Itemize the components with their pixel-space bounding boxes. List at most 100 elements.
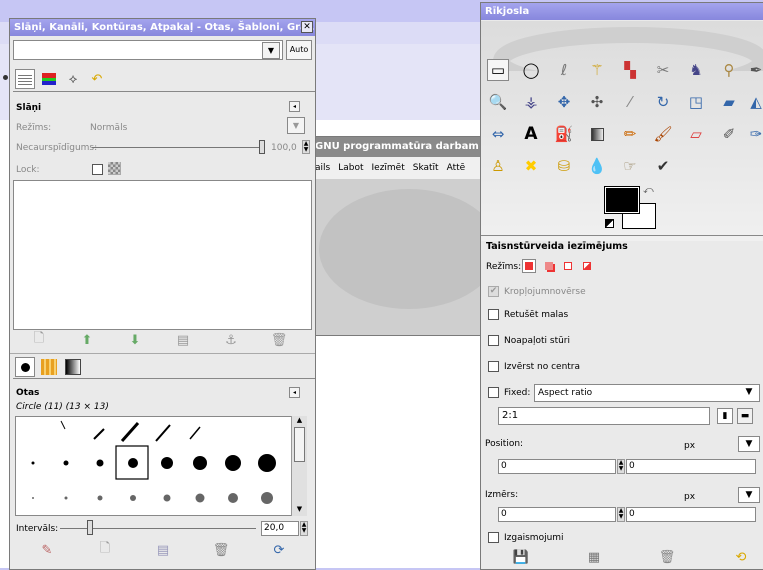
lock-alpha-icon[interactable]	[108, 162, 121, 175]
tab-channels[interactable]	[39, 69, 59, 89]
select-by-color-tool-icon[interactable]: ▚	[619, 59, 641, 81]
move-tool-icon[interactable]: ✥	[553, 91, 575, 113]
tab-brushes[interactable]	[15, 357, 35, 377]
heal-tool-icon[interactable]: ✖	[520, 155, 542, 177]
measure-tool-icon[interactable]: ⚶	[520, 91, 542, 113]
image-selector[interactable]: ▼	[13, 40, 283, 60]
position-unit[interactable]: px	[684, 441, 695, 451]
clone-tool-icon[interactable]: ♙	[487, 155, 509, 177]
delete-layer-icon[interactable]: 🗑	[269, 330, 289, 350]
size-unit-dropdown[interactable]: ▼	[738, 487, 760, 503]
swap-colors-icon[interactable]: ⤺	[643, 185, 654, 196]
reset-options-icon[interactable]: ⟲	[731, 547, 751, 567]
perspective-tool-icon[interactable]: ◭	[745, 91, 763, 113]
ink-tool-icon[interactable]: ✑	[745, 123, 763, 145]
blend-tool-icon[interactable]	[586, 123, 608, 145]
crop-tool-icon[interactable]: ⁄	[619, 91, 641, 113]
tab-layers[interactable]	[15, 69, 35, 89]
brushes-menu-button[interactable]: ◂	[289, 387, 300, 398]
lock-pixels-checkbox[interactable]	[92, 164, 103, 175]
mode-value[interactable]: Normāls	[90, 123, 127, 133]
scissors-tool-icon[interactable]: ✂	[652, 59, 674, 81]
fixed-mode-select[interactable]: Aspect ratio ▼	[534, 384, 760, 402]
ratio-input[interactable]: 2:1	[498, 407, 710, 425]
opacity-slider-handle[interactable]	[259, 140, 265, 154]
smudge-tool-icon[interactable]: ☞	[619, 155, 641, 177]
lower-layer-icon[interactable]: ⬇	[125, 330, 145, 350]
menu-item-image[interactable]: Attē	[447, 163, 466, 173]
menu-item-file[interactable]: ails	[315, 163, 330, 173]
mode-add-icon[interactable]	[542, 259, 556, 273]
mode-intersect-icon[interactable]	[580, 259, 594, 273]
eraser-tool-icon[interactable]: ▱	[685, 123, 707, 145]
delete-brush-icon[interactable]: 🗑	[211, 540, 231, 560]
paintbrush-tool-icon[interactable]: 🖌	[652, 123, 674, 145]
edit-brush-icon[interactable]: ✎	[37, 540, 57, 560]
scroll-thumb[interactable]	[294, 427, 305, 462]
foreground-select-tool-icon[interactable]: ♞	[685, 59, 707, 81]
portrait-icon[interactable]: ▮	[717, 408, 733, 424]
align-tool-icon[interactable]: ✣	[586, 91, 608, 113]
position-x-input[interactable]: 0	[498, 459, 616, 474]
mode-subtract-icon[interactable]	[561, 259, 575, 273]
perspective-clone-tool-icon[interactable]: ⛁	[553, 155, 575, 177]
fixed-checkbox[interactable]	[488, 387, 499, 398]
tab-gradients[interactable]	[63, 357, 83, 377]
size-height-input[interactable]: 0	[626, 507, 756, 522]
chevron-down-icon[interactable]: ▼	[262, 42, 280, 59]
bucket-fill-tool-icon[interactable]: ⛽	[553, 123, 575, 145]
brush-grid[interactable]	[15, 416, 307, 516]
flip-tool-icon[interactable]: ⇔	[487, 123, 509, 145]
foreground-color-swatch[interactable]	[604, 186, 640, 214]
position-x-spinner[interactable]: ▲ ▼	[617, 459, 625, 474]
rounded-corners-checkbox[interactable]	[488, 335, 499, 346]
expand-from-center-checkbox[interactable]	[488, 361, 499, 372]
mode-replace-icon[interactable]	[522, 259, 536, 273]
shear-tool-icon[interactable]: ▰	[718, 91, 740, 113]
rect-select-tool-icon[interactable]: ▭	[487, 59, 509, 81]
canvas-area[interactable]	[309, 179, 499, 335]
anchor-layer-icon[interactable]: ⚓	[221, 330, 241, 350]
refresh-brushes-icon[interactable]: ⟳	[269, 540, 289, 560]
new-brush-icon[interactable]: 🗋	[95, 540, 115, 560]
opacity-spinner[interactable]: ▲ ▼	[302, 140, 310, 154]
position-unit-dropdown[interactable]: ▼	[738, 436, 760, 452]
main-window-titlebar[interactable]: GNU programmatūra darbam a	[309, 137, 487, 157]
fuzzy-select-tool-icon[interactable]: ⚚	[586, 59, 608, 81]
free-select-tool-icon[interactable]: ℓ	[553, 59, 575, 81]
rotate-tool-icon[interactable]: ↻	[652, 91, 674, 113]
default-colors-icon[interactable]	[605, 219, 614, 228]
highlight-checkbox[interactable]	[488, 532, 499, 543]
text-tool-icon[interactable]: A	[520, 123, 542, 145]
tab-paths[interactable]: ⟡	[63, 69, 83, 89]
opacity-slider[interactable]	[92, 147, 262, 148]
toolbox-titlebar[interactable]: Rīkjosla	[481, 3, 763, 20]
tab-patterns[interactable]	[39, 357, 59, 377]
menu-item-select[interactable]: Iezīmēt	[372, 163, 405, 173]
scroll-down-icon[interactable]: ▼	[292, 505, 307, 516]
blur-tool-icon[interactable]: 💧	[586, 155, 608, 177]
landscape-icon[interactable]: ▬	[737, 408, 753, 424]
size-width-spinner[interactable]: ▲ ▼	[617, 507, 625, 522]
antialiasing-checkbox[interactable]: ✔	[488, 286, 499, 297]
tab-undo[interactable]: ↶	[87, 69, 107, 89]
size-unit[interactable]: px	[684, 492, 695, 502]
brush-scrollbar[interactable]: ▲ ▼	[291, 416, 307, 516]
scroll-up-icon[interactable]: ▲	[292, 416, 307, 427]
ellipse-select-tool-icon[interactable]: ◯	[520, 59, 542, 81]
paths-tool-icon[interactable]: ⚲	[718, 59, 740, 81]
close-button[interactable]: ✕	[301, 21, 313, 33]
size-width-input[interactable]: 0	[498, 507, 616, 522]
zoom-tool-icon[interactable]: 🔍	[487, 91, 509, 113]
interval-slider-handle[interactable]	[87, 520, 94, 535]
opacity-value[interactable]: 100,0	[271, 143, 297, 153]
pen-tool-icon[interactable]: ✒	[745, 59, 763, 81]
feather-edges-checkbox[interactable]	[488, 309, 499, 320]
duplicate-layer-icon[interactable]: ▤	[173, 330, 193, 350]
menu-item-edit[interactable]: Labot	[338, 163, 363, 173]
pencil-tool-icon[interactable]: ✏	[619, 123, 641, 145]
restore-options-icon[interactable]: ▦	[584, 547, 604, 567]
interval-spinner[interactable]: ▲ ▼	[300, 521, 308, 536]
chevron-down-icon[interactable]: ▼	[740, 385, 758, 401]
dock-titlebar[interactable]: Slāņi, Kanāli, Kontūras, Atpakaļ - Otas,…	[10, 19, 315, 36]
